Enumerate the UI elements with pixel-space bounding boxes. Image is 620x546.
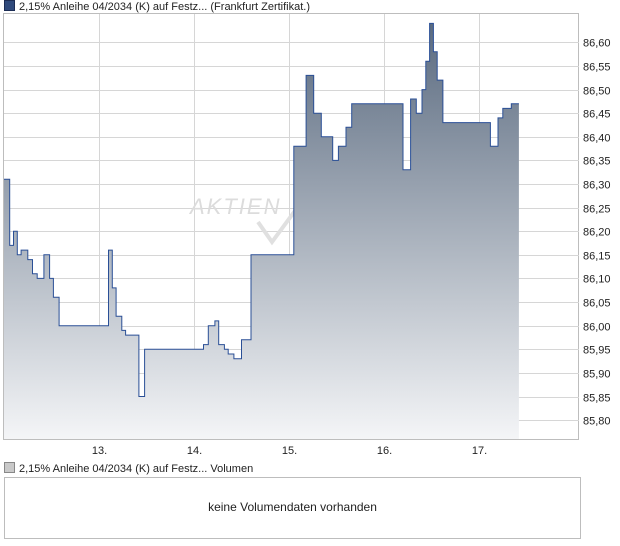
y-tick-label: 86,60: [583, 38, 611, 50]
y-tick-label: 86,05: [583, 298, 611, 310]
y-tick-label: 85,85: [583, 393, 611, 405]
y-tick-label: 86,35: [583, 156, 611, 168]
y-tick-label: 86,00: [583, 322, 611, 334]
x-tick-label: 13.: [92, 445, 107, 457]
y-tick-label: 86,25: [583, 204, 611, 216]
volume-panel: keine Volumendaten vorhanden: [4, 477, 581, 539]
volume-empty-message: keine Volumendaten vorhanden: [208, 500, 377, 514]
y-tick-label: 85,95: [583, 345, 611, 357]
price-chart: AKTIEN 85,80 85,85 85,90 85,95 86,00 86,05 86,…: [3, 13, 611, 457]
y-tick-label: 86,20: [583, 227, 611, 239]
y-axis: 85,80 85,85 85,90 85,95 86,00 86,05 86,10 86,15…: [583, 38, 611, 428]
y-tick-label: 85,90: [583, 369, 611, 381]
volume-legend: 2,15% Anleihe 04/2034 (K) auf Festz... V…: [4, 462, 253, 476]
volume-series-swatch: [4, 462, 15, 473]
y-tick-label: 85,80: [583, 416, 611, 428]
x-tick-label: 17.: [472, 445, 487, 457]
volume-legend-label: 2,15% Anleihe 04/2034 (K) auf Festz... V…: [19, 463, 254, 475]
x-tick-label: 15.: [282, 445, 297, 457]
y-tick-label: 86,15: [583, 251, 611, 263]
x-axis: 13. 14. 15. 16. 17.: [92, 445, 487, 457]
x-tick-label: 14.: [187, 445, 202, 457]
y-tick-label: 86,45: [583, 109, 611, 121]
y-tick-label: 86,30: [583, 180, 611, 192]
x-tick-label: 16.: [377, 445, 392, 457]
y-tick-label: 86,50: [583, 86, 611, 98]
y-tick-label: 86,40: [583, 133, 611, 145]
watermark: AKTIEN: [188, 194, 281, 219]
y-tick-label: 86,55: [583, 62, 611, 74]
y-tick-label: 86,10: [583, 274, 611, 286]
